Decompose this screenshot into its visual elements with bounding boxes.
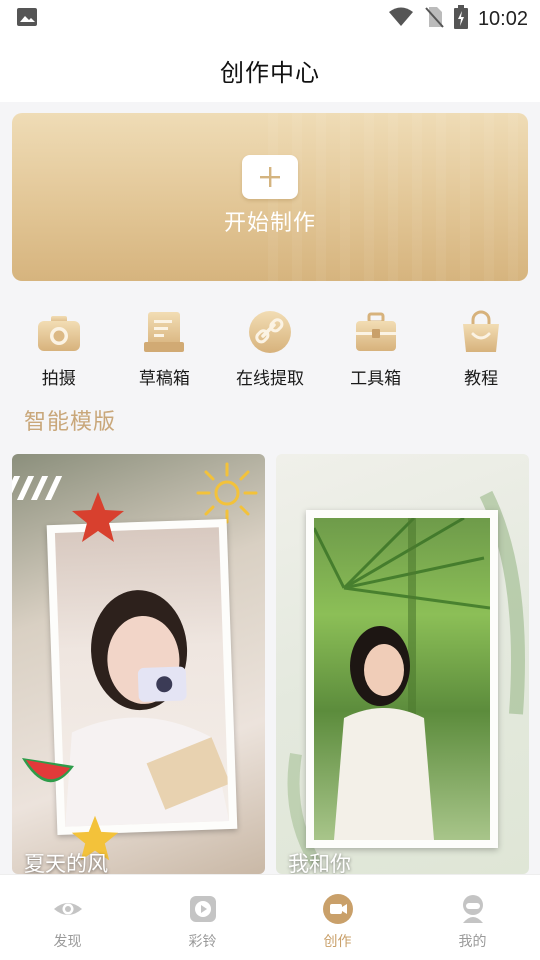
nav-label: 发现 xyxy=(53,934,82,950)
play-icon xyxy=(187,893,219,925)
stripes-decoration xyxy=(12,476,63,500)
nav-item-create[interactable]: 创作 xyxy=(283,893,393,951)
page-title: 创作中心 xyxy=(220,58,320,87)
template-name: 我和你 xyxy=(288,852,351,874)
nav-item-ringtone[interactable]: 彩铃 xyxy=(148,893,258,951)
no-sim-icon xyxy=(424,6,444,32)
eye-icon xyxy=(52,893,84,925)
camera-icon xyxy=(35,308,83,356)
tool-label: 在线提取 xyxy=(235,369,304,389)
tool-label: 拍摄 xyxy=(41,369,76,389)
wifi-icon xyxy=(388,7,414,31)
template-photo xyxy=(314,518,490,840)
bottom-nav: 发现 彩铃 创作 我的 xyxy=(0,874,540,960)
image-icon xyxy=(16,7,38,31)
title-bar: 创作中心 xyxy=(0,38,540,102)
section-title-templates: 智能模版 xyxy=(24,410,117,435)
sun-decoration xyxy=(196,462,258,524)
tool-label: 教程 xyxy=(464,369,499,389)
template-card[interactable]: 我和你 xyxy=(276,454,529,874)
link-icon xyxy=(246,308,294,356)
profile-icon xyxy=(457,893,489,925)
nav-label: 创作 xyxy=(323,934,352,950)
tool-label: 工具箱 xyxy=(350,369,402,389)
video-camera-icon xyxy=(322,893,354,925)
battery-charging-icon xyxy=(453,5,468,33)
toolbox-icon xyxy=(352,308,400,356)
template-card[interactable]: 夏天的风 xyxy=(12,454,265,874)
template-photo xyxy=(54,527,230,827)
drafts-icon xyxy=(140,308,188,356)
start-create-label: 开始制作 xyxy=(223,211,316,236)
nav-item-discover[interactable]: 发现 xyxy=(13,893,123,951)
clock-time: 10:02 xyxy=(477,7,528,30)
tool-online-extract[interactable]: 在线提取 xyxy=(222,300,318,390)
nav-item-profile[interactable]: 我的 xyxy=(418,893,528,951)
nav-label: 彩铃 xyxy=(188,934,217,950)
star-decoration xyxy=(72,492,124,542)
status-bar: 10:02 xyxy=(0,0,540,38)
tool-label: 草稿箱 xyxy=(138,369,190,389)
template-name: 夏天的风 xyxy=(24,852,108,874)
tool-toolbox[interactable]: 工具箱 xyxy=(328,300,424,390)
watermelon-decoration xyxy=(22,758,74,783)
tool-tutorial[interactable]: 教程 xyxy=(433,300,529,390)
plus-icon xyxy=(242,155,298,199)
tutorial-bag-icon xyxy=(457,308,505,356)
tools-row: 拍摄 草稿箱 在线提取 工具箱 教程 xyxy=(0,300,540,390)
photo-frame xyxy=(306,510,498,848)
start-create-button[interactable]: 开始制作 xyxy=(12,113,528,281)
tool-drafts[interactable]: 草稿箱 xyxy=(116,300,212,390)
nav-label: 我的 xyxy=(458,934,487,950)
tool-camera[interactable]: 拍摄 xyxy=(11,300,107,390)
